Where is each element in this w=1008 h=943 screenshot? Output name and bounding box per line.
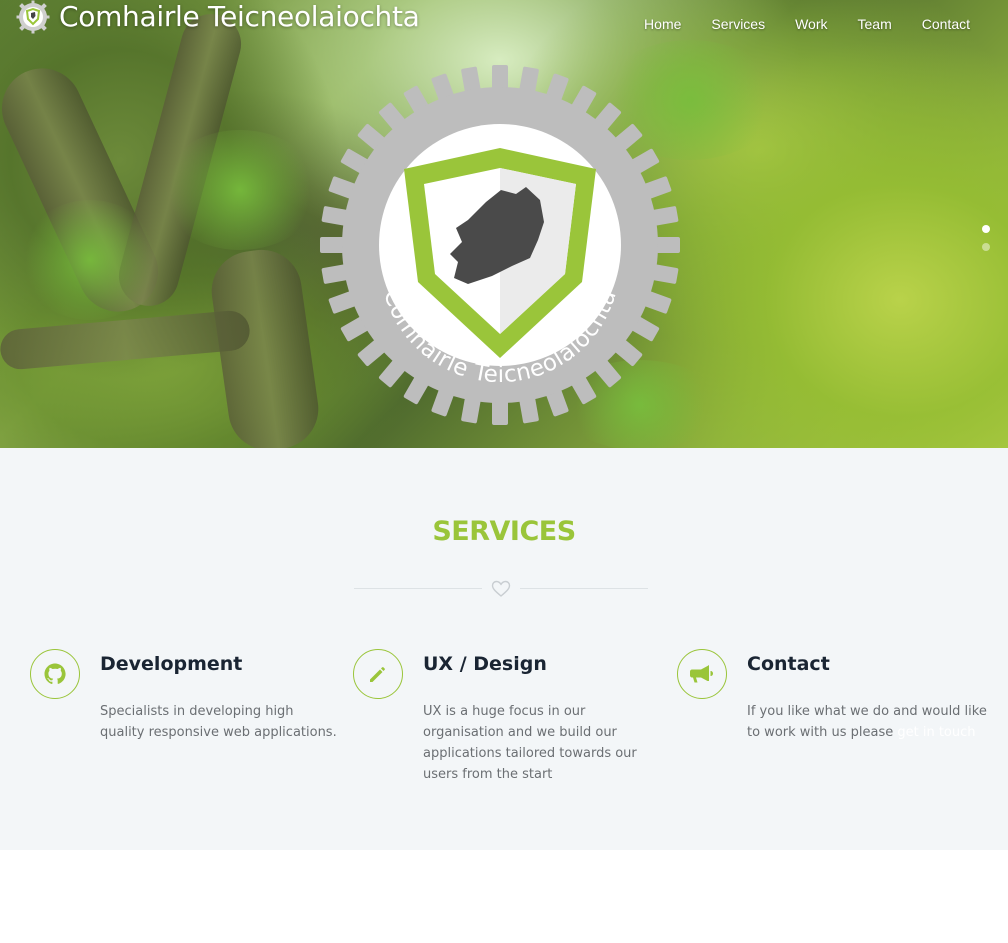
- fern-decoration: [160, 130, 320, 250]
- services-section: SERVICES Development Specialists in deve…: [0, 448, 1008, 850]
- get-in-touch-link[interactable]: get in touch: [897, 725, 975, 740]
- shield-gear-logo-icon: [16, 0, 50, 34]
- brand-name: Comhairle Teicneolaiochta: [59, 0, 420, 33]
- section-title: SERVICES: [432, 516, 576, 547]
- tree-trunk-decoration: [0, 309, 252, 371]
- fern-decoration: [20, 200, 160, 320]
- service-title: Contact: [747, 653, 830, 675]
- github-icon: [44, 663, 66, 685]
- main-nav: Home Services Work Team Contact: [614, 16, 970, 32]
- service-title: UX / Design: [423, 653, 547, 675]
- carousel-indicators: [982, 225, 990, 261]
- carousel-dot-1[interactable]: [982, 225, 990, 233]
- gear-shield-ireland-icon: Comhairle Teicneolaíochta: [320, 65, 680, 425]
- service-description: If you like what we do and would like to…: [747, 701, 987, 743]
- megaphone-icon: [690, 665, 713, 683]
- brand[interactable]: Comhairle Teicneolaiochta: [16, 0, 420, 34]
- service-description: UX is a huge focus in our organisation a…: [423, 704, 637, 782]
- nav-team[interactable]: Team: [858, 16, 892, 32]
- service-description: Specialists in developing high quality r…: [100, 704, 337, 740]
- nav-contact[interactable]: Contact: [922, 16, 970, 32]
- section-divider: [354, 578, 648, 598]
- top-navbar: Comhairle Teicneolaiochta Home Services …: [0, 0, 1008, 48]
- service-icon-circle: [677, 649, 727, 699]
- hero-banner: Comhairle Teicneolaiochta Home Services …: [0, 0, 1008, 448]
- nav-work[interactable]: Work: [795, 16, 827, 32]
- pencil-icon: [370, 667, 385, 682]
- divider-line: [354, 588, 482, 589]
- nav-home[interactable]: Home: [644, 16, 681, 32]
- carousel-dot-2[interactable]: [982, 243, 990, 251]
- service-title: Development: [100, 653, 243, 675]
- nav-services[interactable]: Services: [711, 16, 765, 32]
- service-icon-circle: [353, 649, 403, 699]
- heart-icon: [491, 580, 511, 597]
- page-bottom-area: [0, 850, 1008, 943]
- divider-line: [520, 588, 648, 589]
- service-icon-circle: [30, 649, 80, 699]
